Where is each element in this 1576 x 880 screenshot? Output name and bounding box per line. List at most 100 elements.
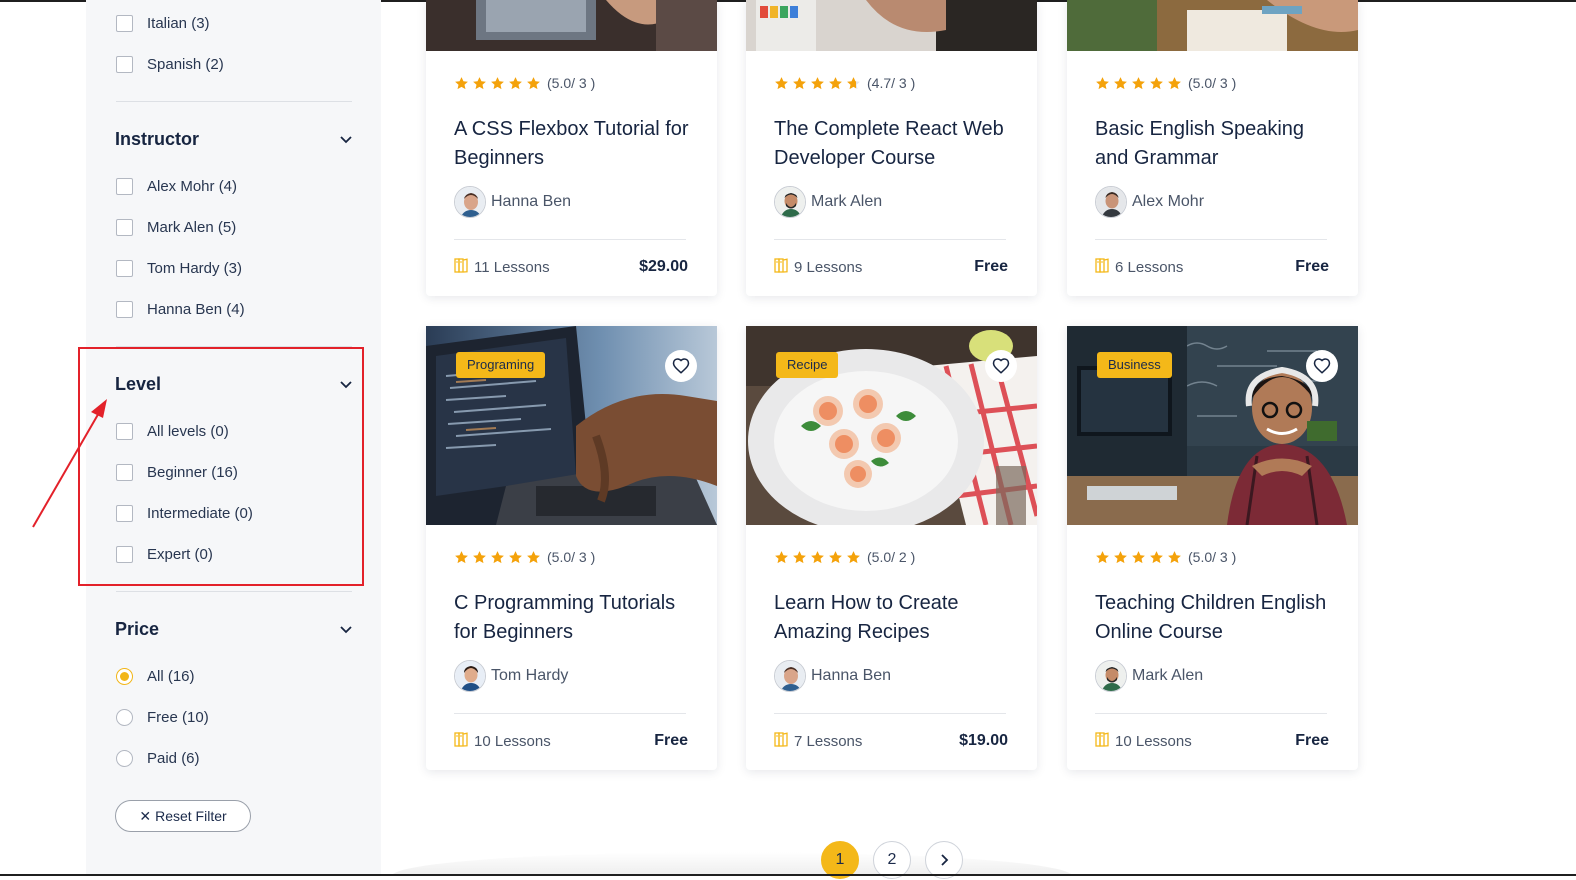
course-card[interactable]: Recipe (5.0/ 2 ) Learn How to Create Ama… (746, 326, 1037, 770)
book-icon (774, 732, 794, 751)
course-title[interactable]: Basic English Speaking and Grammar (1095, 115, 1340, 173)
star-icon (1150, 550, 1163, 563)
card-divider (774, 239, 1006, 240)
star-icon (509, 76, 522, 89)
course-instructor[interactable]: Hanna Ben (454, 186, 571, 218)
category-badge: Business (1097, 352, 1172, 378)
star-icon (455, 550, 468, 563)
star-icon (455, 76, 468, 89)
course-title[interactable]: Teaching Children English Online Course (1095, 589, 1340, 647)
filter-instructor-hanna-ben[interactable]: Hanna Ben (4) (116, 299, 245, 319)
course-thumbnail[interactable] (746, 0, 1037, 51)
rating-value: (5.0/ 3 ) (547, 549, 596, 565)
lesson-count: 11 Lessons (454, 258, 550, 277)
star-rating-icon (454, 550, 544, 565)
course-thumbnail[interactable] (426, 0, 717, 51)
wishlist-button[interactable] (1306, 350, 1338, 382)
avatar (1095, 186, 1127, 218)
rating-value: (4.7/ 3 ) (867, 75, 916, 91)
course-title[interactable]: C Programming Tutorials for Beginners (454, 589, 699, 647)
wishlist-button[interactable] (985, 350, 1017, 382)
book-icon (454, 258, 474, 277)
course-card[interactable]: Programing (5.0/ 3 ) C Programming Tutor… (426, 326, 717, 770)
radio-button-selected[interactable] (116, 667, 133, 685)
course-instructor[interactable]: Mark Alen (774, 186, 882, 218)
course-instructor[interactable]: Alex Mohr (1095, 186, 1204, 218)
book-icon (774, 258, 794, 277)
star-rating-icon (1095, 550, 1185, 565)
star-rating-icon (774, 550, 864, 565)
filter-option-label: Paid (6) (147, 749, 200, 767)
chevron-down-icon[interactable] (338, 131, 354, 147)
filter-price-all[interactable]: All (16) (116, 666, 195, 686)
instructor-name: Alex Mohr (1132, 193, 1205, 210)
filter-instructor-tom-hardy[interactable]: Tom Hardy (3) (116, 258, 242, 278)
course-card[interactable]: (5.0/ 3 ) A CSS Flexbox Tutorial for Beg… (426, 0, 717, 296)
checkbox[interactable] (116, 55, 133, 73)
wishlist-button[interactable] (665, 350, 697, 382)
course-title[interactable]: Learn How to Create Amazing Recipes (774, 589, 1019, 647)
lesson-count: 10 Lessons (1095, 732, 1192, 751)
lesson-count-label: 9 Lessons (794, 259, 863, 276)
star-icon (1132, 550, 1145, 563)
star-icon (829, 76, 842, 89)
heart-icon (672, 358, 690, 374)
checkbox[interactable] (116, 14, 133, 32)
course-instructor[interactable]: Hanna Ben (774, 660, 891, 692)
radio-button[interactable] (116, 749, 133, 767)
star-icon (473, 550, 486, 563)
rating-value: (5.0/ 3 ) (1188, 549, 1237, 565)
lesson-count: 9 Lessons (774, 258, 862, 277)
course-thumbnail[interactable]: Business (1067, 326, 1358, 525)
star-icon (811, 76, 824, 89)
course-price: $29.00 (639, 258, 688, 275)
star-icon (1096, 550, 1109, 563)
course-rating: (4.7/ 3 ) (774, 74, 915, 92)
star-rating-icon (454, 76, 544, 91)
star-icon (847, 550, 860, 563)
category-badge: Recipe (776, 352, 839, 378)
filter-language-italian[interactable]: Italian (3) (116, 13, 210, 33)
filter-instructor-mark-alen[interactable]: Mark Alen (5) (116, 217, 236, 237)
avatar (774, 186, 806, 218)
course-thumbnail[interactable]: Programing (426, 326, 717, 525)
chevron-right-icon (941, 854, 949, 866)
filter-language-spanish[interactable]: Spanish (2) (116, 54, 224, 74)
lesson-count-label: 7 Lessons (794, 733, 863, 750)
checkbox[interactable] (116, 259, 133, 277)
star-icon (811, 550, 824, 563)
course-card[interactable]: Business (5.0/ 3 ) Teaching Children Eng… (1067, 326, 1358, 770)
filter-option-label: Tom Hardy (3) (147, 259, 243, 277)
star-rating-icon (1095, 76, 1185, 91)
checkbox[interactable] (116, 300, 133, 318)
lesson-count: 7 Lessons (774, 732, 862, 751)
section-divider (116, 591, 352, 592)
filter-price-paid[interactable]: Paid (6) (116, 748, 200, 768)
price-section-title[interactable]: Price (115, 619, 159, 640)
filter-option-label: Italian (3) (147, 14, 210, 32)
reset-filter-button[interactable]: ✕ Reset Filter (115, 800, 251, 832)
course-instructor[interactable]: Mark Alen (1095, 660, 1203, 692)
radio-button[interactable] (116, 708, 133, 726)
instructor-name: Tom Hardy (491, 667, 569, 684)
course-thumbnail[interactable]: Recipe (746, 326, 1037, 525)
course-title[interactable]: A CSS Flexbox Tutorial for Beginners (454, 115, 699, 173)
course-instructor[interactable]: Tom Hardy (454, 660, 568, 692)
star-icon (847, 76, 860, 89)
filter-price-free[interactable]: Free (10) (116, 707, 209, 727)
checkbox[interactable] (116, 177, 133, 195)
card-divider (774, 713, 1006, 714)
bottom-border (0, 874, 1576, 876)
star-icon (1114, 550, 1127, 563)
filter-instructor-alex-mohr[interactable]: Alex Mohr (4) (116, 176, 237, 196)
course-card[interactable]: (5.0/ 3 ) Basic English Speaking and Gra… (1067, 0, 1358, 296)
course-price: Free (1295, 258, 1329, 275)
course-title[interactable]: The Complete React Web Developer Course (774, 115, 1019, 173)
checkbox[interactable] (116, 218, 133, 236)
course-card[interactable]: (4.7/ 3 ) The Complete React Web Develop… (746, 0, 1037, 296)
course-rating: (5.0/ 3 ) (454, 74, 595, 92)
instructor-section-title[interactable]: Instructor (115, 129, 199, 150)
chevron-down-icon[interactable] (338, 621, 354, 637)
category-badge: Programing (456, 352, 546, 378)
course-thumbnail[interactable] (1067, 0, 1358, 51)
